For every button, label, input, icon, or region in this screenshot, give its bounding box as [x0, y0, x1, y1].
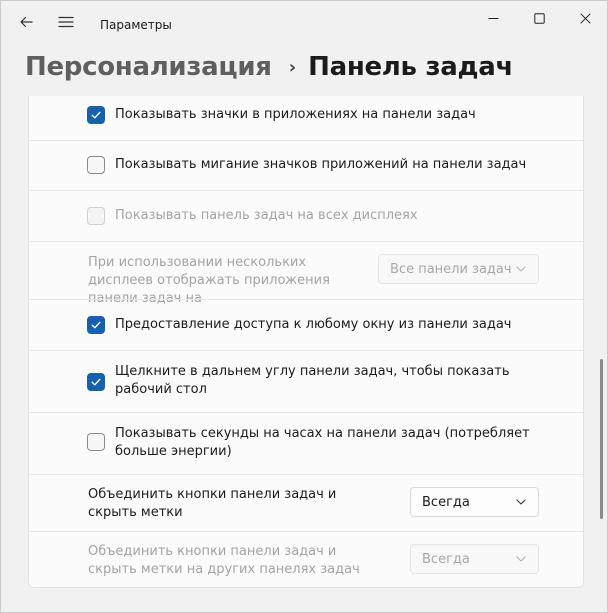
title-bar: Параметры [1, 1, 607, 49]
breadcrumb: Персонализация › Панель задач [25, 47, 513, 87]
setting-row-combine-buttons: Объединить кнопки панели задач и скрыть … [29, 475, 583, 531]
maximize-button[interactable] [516, 1, 562, 35]
setting-row-show-flashing[interactable]: Показывать мигание значков приложений на… [29, 141, 583, 190]
setting-row-show-badges[interactable]: Показывать значки в приложениях на панел… [29, 96, 583, 140]
setting-row-combine-other-taskbars: Объединить кнопки панели задач и скрыть … [29, 532, 583, 587]
settings-window: Параметры Персонализация › Панель задач [0, 0, 608, 613]
chevron-down-icon [516, 499, 526, 505]
dropdown-value: Всегда [422, 551, 470, 567]
back-arrow-icon [20, 16, 33, 28]
share-window-label: Предоставление доступа к любому окну из … [115, 317, 512, 332]
minimize-button[interactable] [470, 1, 516, 35]
show-seconds-label: Показывать секунды на часах на панели за… [115, 426, 530, 459]
combine-other-taskbars-dropdown: Всегда [410, 544, 539, 574]
close-icon [579, 12, 591, 24]
dropdown-value: Всегда [422, 494, 470, 510]
show-desktop-corner-label: Щелкните в дальнем углу панели задач, чт… [115, 364, 510, 397]
setting-row-show-seconds[interactable]: Показывать секунды на часах на панели за… [29, 413, 583, 474]
chevron-down-icon [516, 556, 526, 562]
show-badges-checkbox[interactable] [87, 106, 105, 124]
show-flashing-checkbox[interactable] [87, 156, 105, 174]
breadcrumb-parent-link[interactable]: Персонализация [25, 52, 272, 82]
show-badges-label: Показывать значки в приложениях на панел… [115, 107, 476, 122]
share-window-checkbox[interactable] [87, 316, 105, 334]
show-desktop-corner-checkbox[interactable] [87, 373, 105, 391]
setting-row-show-desktop-corner[interactable]: Щелкните в дальнем углу панели задач, чт… [29, 351, 583, 412]
close-button[interactable] [562, 1, 607, 35]
checkmark-icon [91, 111, 101, 119]
back-button[interactable] [9, 5, 43, 39]
breadcrumb-separator: › [288, 56, 297, 78]
show-seconds-checkbox[interactable] [87, 433, 105, 451]
navigation-menu-button[interactable] [49, 5, 83, 39]
setting-row-multi-display-apps: При использовании нескольких дисплеев от… [29, 242, 583, 306]
page-title: Панель задач [308, 52, 513, 82]
combine-other-taskbars-label: Объединить кнопки панели задач и скрыть … [88, 544, 360, 577]
show-flashing-label: Показывать мигание значков приложений на… [115, 157, 527, 172]
dropdown-value: Все панели задач [390, 261, 512, 277]
maximize-icon [533, 12, 545, 24]
checkmark-icon [91, 321, 101, 329]
all-displays-checkbox [87, 207, 105, 225]
setting-row-share-window[interactable]: Предоставление доступа к любому окну из … [29, 300, 583, 350]
taskbar-behaviors-card: Показывать значки в приложениях на панел… [28, 96, 584, 588]
checkmark-icon [91, 378, 101, 386]
all-displays-label: Показывать панель задач на всех дисплеях [115, 208, 418, 223]
hamburger-menu-icon [58, 16, 74, 28]
minimize-icon [488, 17, 498, 19]
window-title: Параметры [100, 18, 172, 32]
chevron-down-icon [516, 266, 526, 272]
combine-buttons-dropdown[interactable]: Всегда [410, 487, 539, 517]
setting-row-all-displays: Показывать панель задач на всех дисплеях [29, 191, 583, 241]
vertical-scrollbar-thumb[interactable] [600, 359, 603, 519]
multi-display-apps-dropdown: Все панели задач [378, 254, 539, 284]
combine-buttons-label: Объединить кнопки панели задач и скрыть … [88, 487, 337, 520]
